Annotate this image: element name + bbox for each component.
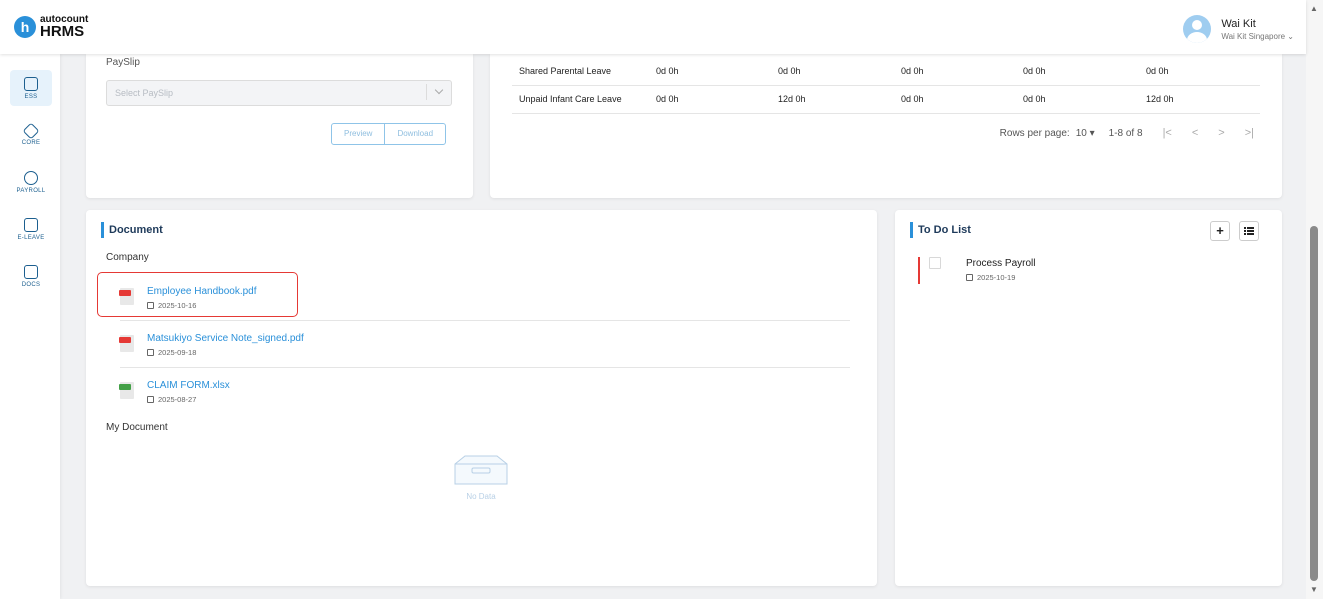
sidebar-item-e-leave[interactable]: E-LEAVE — [10, 211, 52, 247]
calendar-icon — [24, 217, 38, 232]
my-document-label: My Document — [106, 422, 168, 433]
table-cell: 12d 0h — [1139, 85, 1260, 114]
empty-box-icon — [454, 455, 508, 485]
preview-button[interactable]: Preview — [332, 124, 384, 144]
next-page-icon[interactable]: > — [1218, 127, 1224, 139]
table-cell: 0d 0h — [894, 85, 1016, 114]
empty-state-text: No Data — [466, 492, 496, 501]
app-logo[interactable]: h autocount HRMS — [14, 15, 88, 39]
table-cell: 0d 0h — [771, 57, 894, 86]
top-bar: h autocount HRMS Wai Kit Wai Kit Singapo… — [0, 0, 1306, 54]
sidebar-item-label: DOCS — [21, 281, 41, 288]
company-selector[interactable]: Wai Kit Singapore ⌄ — [1221, 32, 1294, 41]
leave-balance-card: Shared Parental Leave 0d 0h 0d 0h 0d 0h … — [490, 54, 1282, 198]
calendar-icon — [147, 349, 154, 356]
file-date-row: 2025-09-18 — [147, 348, 196, 357]
file-date-row: 2025-08-27 — [147, 395, 196, 404]
table-row: Unpaid Infant Care Leave 0d 0h 12d 0h 0d… — [512, 85, 1260, 114]
cube-icon — [22, 122, 40, 139]
ess-icon — [24, 76, 38, 91]
table-cell: 0d 0h — [649, 85, 771, 114]
rows-per-page-label: Rows per page: — [999, 127, 1070, 139]
table-pagination: Rows per page: 10 ▾ 1-8 of 8 |< < > >| — [986, 127, 1254, 139]
sidebar-item-label: CORE — [21, 139, 41, 146]
page-scrollbar[interactable]: ▲ ▼ — [1306, 0, 1323, 599]
sidebar: ESS CORE PAYROLL E-LEAVE DOCS — [0, 54, 60, 599]
user-menu[interactable]: Wai Kit Wai Kit Singapore ⌄ — [1183, 15, 1294, 43]
list-item[interactable]: Matsukiyo Service Note_signed.pdf 2025-0… — [119, 321, 850, 368]
table-cell: 12d 0h — [771, 85, 894, 114]
todo-card: To Do List + Process Payroll 2025-10-19 — [895, 210, 1282, 586]
xlsx-file-icon — [119, 382, 134, 399]
pagination-range: 1-8 of 8 — [1108, 127, 1143, 139]
todo-title: To Do List — [910, 222, 971, 238]
list-item[interactable]: CLAIM FORM.xlsx 2025-08-27 — [119, 368, 850, 415]
document-card: Document Company Employee Handbook.pdf 2… — [86, 210, 877, 586]
leave-table: Shared Parental Leave 0d 0h 0d 0h 0d 0h … — [512, 57, 1260, 114]
select-divider — [426, 84, 427, 100]
todo-date-row: 2025-10-19 — [966, 273, 1015, 282]
sidebar-item-label: E-LEAVE — [17, 234, 45, 241]
payslip-actions: Preview Download — [331, 123, 447, 145]
leave-type-cell: Unpaid Infant Care Leave — [512, 85, 649, 114]
file-date-row: 2025-10-16 — [147, 301, 196, 310]
calendar-icon — [147, 302, 154, 309]
sidebar-item-payroll[interactable]: PAYROLL — [10, 164, 52, 200]
first-page-icon[interactable]: |< — [1163, 127, 1172, 139]
sidebar-item-ess[interactable]: ESS — [10, 70, 52, 106]
payslip-card: PaySlip Select PaySlip Preview Download — [86, 54, 473, 198]
logo-product: HRMS — [40, 23, 85, 40]
file-date: 2025-08-27 — [158, 395, 197, 404]
payslip-select[interactable]: Select PaySlip — [106, 80, 452, 106]
table-cell: 0d 0h — [894, 57, 1016, 86]
table-cell: 0d 0h — [1139, 57, 1260, 86]
table-cell: 0d 0h — [1016, 57, 1139, 86]
leave-type-cell: Shared Parental Leave — [512, 57, 649, 86]
user-name: Wai Kit — [1221, 17, 1256, 30]
scroll-thumb[interactable] — [1310, 226, 1318, 581]
calendar-icon — [966, 274, 973, 281]
document-title: Document — [101, 222, 163, 238]
todo-checkbox[interactable] — [929, 257, 941, 269]
pdf-file-icon — [119, 288, 134, 305]
todo-item-date: 2025-10-19 — [977, 273, 1016, 282]
list-item[interactable]: Employee Handbook.pdf 2025-10-16 — [119, 274, 850, 321]
add-todo-button[interactable]: + — [1210, 221, 1230, 241]
table-row: Shared Parental Leave 0d 0h 0d 0h 0d 0h … — [512, 57, 1260, 86]
sidebar-item-label: ESS — [24, 93, 38, 100]
last-page-icon[interactable]: >| — [1245, 127, 1254, 139]
pdf-file-icon — [119, 335, 134, 352]
rows-per-page-select[interactable]: 10 ▾ — [1076, 128, 1095, 139]
logo-mark: h — [14, 16, 36, 38]
file-link[interactable]: Employee Handbook.pdf — [147, 286, 257, 297]
file-link[interactable]: CLAIM FORM.xlsx — [147, 380, 230, 391]
sidebar-item-docs[interactable]: DOCS — [10, 258, 52, 294]
priority-indicator — [918, 257, 920, 284]
download-button[interactable]: Download — [384, 124, 445, 144]
file-date: 2025-09-18 — [158, 348, 197, 357]
prev-page-icon[interactable]: < — [1192, 127, 1198, 139]
company-label: Company — [106, 252, 149, 263]
list-icon — [1244, 227, 1254, 235]
table-cell: 0d 0h — [649, 57, 771, 86]
sidebar-item-core[interactable]: CORE — [10, 117, 52, 153]
payslip-label: PaySlip — [106, 57, 140, 68]
avatar[interactable] — [1183, 15, 1212, 43]
list-view-button[interactable] — [1239, 221, 1259, 241]
file-link[interactable]: Matsukiyo Service Note_signed.pdf — [147, 333, 304, 344]
todo-item-title[interactable]: Process Payroll — [966, 258, 1035, 269]
scroll-up-icon[interactable]: ▲ — [1310, 4, 1318, 13]
file-date: 2025-10-16 — [158, 301, 197, 310]
sidebar-item-label: PAYROLL — [16, 187, 46, 194]
table-cell: 0d 0h — [1016, 85, 1139, 114]
document-chart-icon — [24, 264, 38, 279]
dollar-icon — [24, 170, 38, 185]
scroll-down-icon[interactable]: ▼ — [1310, 585, 1318, 594]
calendar-icon — [147, 396, 154, 403]
